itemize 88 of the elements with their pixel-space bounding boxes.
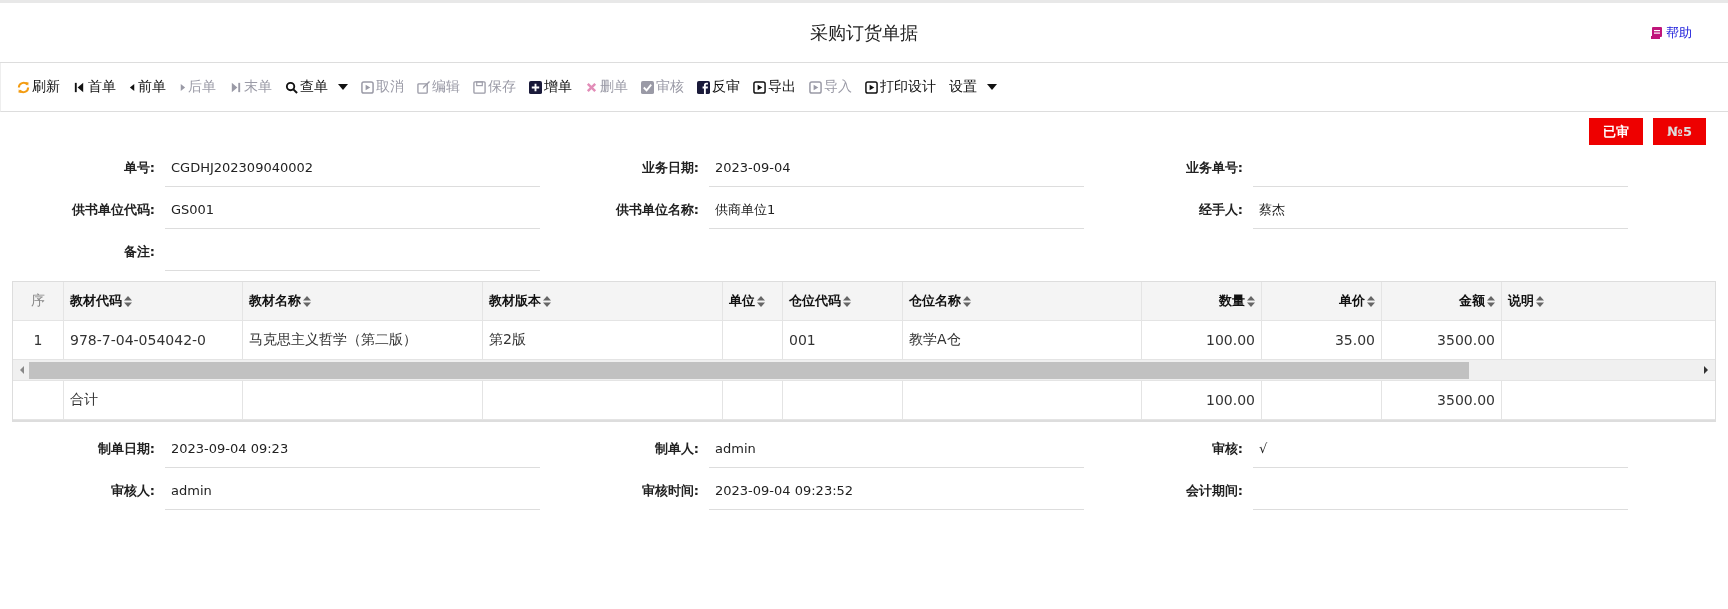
- plus-square-icon: [529, 80, 542, 94]
- input-field[interactable]: 2023-09-04: [709, 149, 1084, 187]
- scrollbar-thumb[interactable]: [29, 361, 1469, 379]
- sort-icon: [1367, 295, 1375, 307]
- column-header[interactable]: 单位: [729, 292, 765, 310]
- table-cell: 001: [783, 321, 903, 359]
- toolbar-button[interactable]: 打印设计: [861, 72, 945, 102]
- input-field[interactable]: admin: [165, 472, 540, 510]
- table-cell: 3500.00: [1382, 381, 1502, 419]
- input-field[interactable]: GS001: [165, 191, 540, 229]
- sort-icon: [543, 295, 551, 307]
- edit-icon: [417, 80, 430, 94]
- search-icon: [285, 80, 298, 94]
- skip-end-icon: [229, 80, 242, 94]
- table-cell: 100.00: [1142, 321, 1262, 359]
- horizontal-scrollbar[interactable]: [13, 360, 1715, 381]
- book-icon: [1651, 26, 1662, 39]
- field-label: 单号:: [122, 159, 155, 177]
- column-header[interactable]: 仓位代码: [789, 292, 851, 310]
- table-cell: 教学A仓: [903, 321, 1142, 359]
- left-triangle-icon[interactable]: [19, 365, 25, 375]
- f-square-icon: [697, 80, 710, 94]
- play-square-icon: [809, 80, 822, 94]
- column-header[interactable]: 教材名称: [249, 292, 311, 310]
- status-badge: 已审: [1589, 118, 1644, 145]
- field-label: 备注:: [122, 243, 155, 261]
- input-field[interactable]: CGDHJ202309040002: [165, 149, 540, 187]
- status-badge: №5: [1653, 118, 1706, 145]
- column-header[interactable]: 金额: [1459, 292, 1495, 310]
- field-label: 审核人:: [109, 482, 155, 500]
- play-square-icon: [865, 80, 878, 94]
- field-label: 会计期间:: [1184, 482, 1243, 500]
- checkbox-icon: [641, 80, 654, 94]
- field-label: 制单人:: [653, 440, 699, 458]
- play-square-icon: [753, 80, 766, 94]
- sort-icon: [963, 295, 971, 307]
- refresh-icon: [17, 80, 30, 94]
- toolbar-button[interactable]: 刷新: [13, 72, 69, 102]
- play-square-icon: [361, 80, 374, 94]
- toolbar-button[interactable]: 设置: [945, 72, 1006, 102]
- field-label: 业务单号:: [1184, 159, 1243, 177]
- toolbar-button[interactable]: 查单: [281, 72, 357, 102]
- table-cell: 978-7-04-054042-0: [64, 321, 243, 359]
- sort-icon: [757, 295, 765, 307]
- toolbar-button[interactable]: 反审: [693, 72, 749, 102]
- field-label: 供书单位名称:: [614, 201, 699, 219]
- sort-icon: [1247, 295, 1255, 307]
- table-cell: 合计: [64, 381, 243, 419]
- column-header[interactable]: 单价: [1339, 292, 1375, 310]
- toolbar-button[interactable]: 增单: [525, 72, 581, 102]
- help-link[interactable]: 帮助: [1651, 23, 1692, 42]
- right-triangle-icon[interactable]: [1703, 365, 1709, 375]
- field-label: 供书单位代码:: [70, 201, 155, 219]
- skip-start-icon: [73, 80, 86, 94]
- row-number: 1: [13, 321, 64, 359]
- input-field[interactable]: 2023-09-04 09:23:52: [709, 472, 1084, 510]
- field-label: 审核时间:: [640, 482, 699, 500]
- field-label: 审核:: [1210, 440, 1243, 458]
- toolbar-button[interactable]: 前单: [125, 72, 175, 102]
- input-field[interactable]: 供商单位1: [709, 191, 1084, 229]
- column-header[interactable]: 数量: [1219, 292, 1255, 310]
- toolbar-button[interactable]: 首单: [69, 72, 125, 102]
- table-cell: 3500.00: [1382, 321, 1502, 359]
- sort-icon: [1487, 295, 1495, 307]
- table-cell: 第2版: [483, 321, 723, 359]
- sort-icon: [843, 295, 851, 307]
- sort-icon: [1536, 295, 1544, 307]
- input-field[interactable]: 蔡杰: [1253, 191, 1628, 229]
- column-header: 序: [13, 282, 64, 320]
- column-header[interactable]: 教材代码: [70, 292, 132, 310]
- input-field[interactable]: admin: [709, 430, 1084, 468]
- table-cell: 100.00: [1142, 381, 1262, 419]
- page-title: 采购订货单据: [810, 20, 918, 45]
- table-cell: 马克思主义哲学（第二版）: [243, 321, 483, 359]
- table-cell: 35.00: [1262, 321, 1382, 359]
- input-field[interactable]: 2023-09-04 09:23: [165, 430, 540, 468]
- save-icon: [473, 80, 486, 94]
- column-header[interactable]: 仓位名称: [909, 292, 971, 310]
- field-label: 制单日期:: [96, 440, 155, 458]
- input-field[interactable]: √: [1253, 430, 1628, 468]
- sort-icon: [124, 295, 132, 307]
- column-header[interactable]: 说明: [1508, 292, 1544, 310]
- sort-icon: [303, 295, 311, 307]
- field-label: 经手人:: [1197, 201, 1243, 219]
- toolbar-button[interactable]: 导出: [749, 72, 805, 102]
- column-header[interactable]: 教材版本: [489, 292, 551, 310]
- field-label: 业务日期:: [640, 159, 699, 177]
- cross-icon: [585, 80, 598, 94]
